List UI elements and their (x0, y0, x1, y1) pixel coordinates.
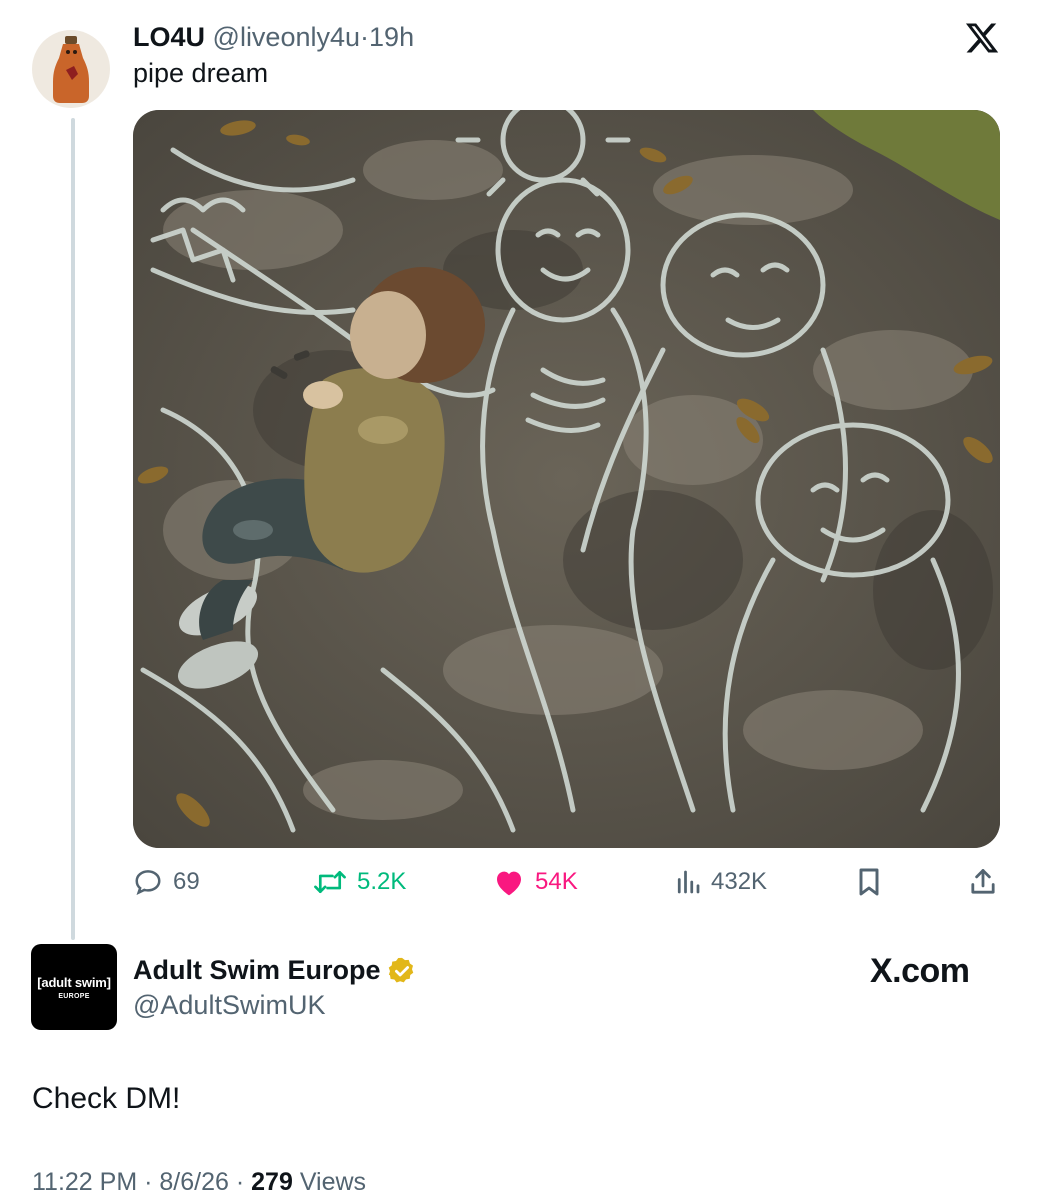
heart-icon (497, 871, 521, 896)
avatar[interactable] (32, 30, 110, 108)
bottle-avatar-icon (53, 36, 89, 103)
tweet-header: LO4U @liveonly4u·19h (133, 22, 414, 53)
reply-count: 69 (173, 868, 200, 895)
x-com-watermark: X.com (870, 952, 970, 990)
reply-views-label: Views (299, 1168, 367, 1196)
tweet-text: pipe dream (133, 58, 269, 88)
repost-icon (314, 870, 346, 894)
share-button[interactable] (969, 862, 997, 902)
reply-author-handle[interactable]: @AdultSwimUK (133, 990, 325, 1021)
bookmark-icon (859, 868, 879, 896)
thread-line (71, 118, 75, 940)
reply-time[interactable]: 11:22 PM (32, 1168, 137, 1196)
x-logo-icon[interactable] (964, 20, 1000, 56)
like-count: 54K (535, 868, 578, 895)
separator-dot: · (235, 1168, 245, 1196)
reply-button[interactable]: 69 (133, 862, 200, 902)
views-button[interactable]: 432K (675, 862, 767, 902)
repost-count: 5.2K (357, 868, 407, 895)
verified-badge-icon[interactable] (387, 956, 417, 986)
repost-button[interactable]: 5.2K (313, 862, 406, 902)
tweet-image[interactable] (133, 110, 1000, 848)
reply-views-count: 279 (251, 1168, 293, 1196)
reply-display-name: Adult Swim Europe (133, 955, 381, 985)
views-count: 432K (711, 868, 768, 895)
reply-icon (135, 870, 161, 896)
like-button[interactable]: 54K (493, 862, 578, 902)
avatar-brand-text: [adult swim] (37, 974, 111, 990)
reply-date[interactable]: 8/6/26 (159, 1168, 229, 1196)
author-handle[interactable]: @liveonly4u (213, 22, 361, 52)
tweet-actions: 69 5.2K 54K 432K (133, 862, 1000, 902)
avatar[interactable]: [adult swim] EUROPE (31, 944, 117, 1030)
reply-author-name[interactable]: Adult Swim Europe (133, 955, 417, 986)
reply-meta: 11:22 PM · 8/6/26 · 279 Views (32, 1168, 366, 1197)
tweet-age[interactable]: 19h (369, 22, 414, 52)
analytics-icon (677, 870, 700, 894)
chalk-drawing-illustration (133, 110, 1000, 848)
avatar-sub-text: EUROPE (58, 992, 90, 1000)
author-name[interactable]: LO4U (133, 22, 205, 52)
separator-dot: · (360, 22, 370, 52)
separator-dot: · (144, 1168, 153, 1196)
reply-text: Check DM! (32, 1082, 181, 1115)
share-icon (971, 869, 995, 894)
bookmark-button[interactable] (855, 862, 883, 902)
